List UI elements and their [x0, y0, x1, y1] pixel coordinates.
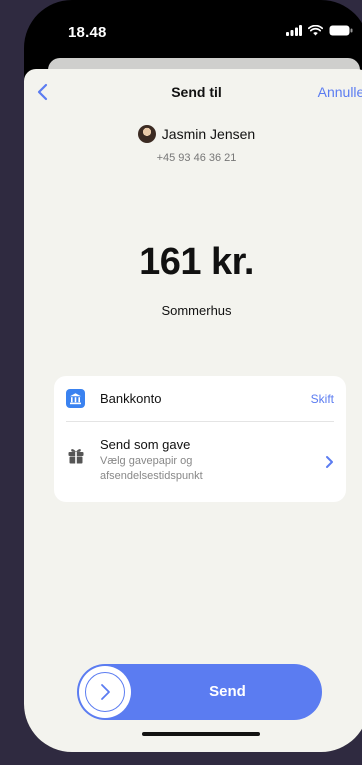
status-bar: 18.48	[24, 0, 362, 60]
recipient-name: Jasmin Jensen	[161, 126, 256, 142]
amount: 161 kr.	[139, 241, 254, 283]
gift-icon	[68, 449, 84, 464]
phone-frame: 18.48 Send til Annuller	[24, 0, 362, 752]
gift-description: Vælg gavepapir og afsendelsestidspunkt	[100, 455, 203, 482]
recipient-phone: +45 93 46 36 21	[156, 152, 237, 164]
knob-ring	[85, 672, 125, 712]
battery-icon	[329, 25, 353, 36]
status-time: 18.48	[68, 24, 107, 41]
change-account-button[interactable]: Skift	[311, 392, 334, 406]
slider-knob[interactable]	[79, 666, 131, 718]
payment-message: Sommerhus	[161, 303, 232, 318]
page-title: Send til	[171, 84, 222, 100]
recipient-info: Jasmin Jensen +45 93 46 36 21	[24, 125, 362, 164]
chevron-right-icon	[101, 684, 110, 700]
send-sheet: Send til Annuller Jasmin Jensen +45 93 4…	[24, 69, 362, 752]
wifi-icon	[308, 25, 323, 36]
chevron-right-icon	[326, 456, 333, 468]
bank-icon	[66, 389, 85, 408]
bank-account-label: Bankkonto	[100, 391, 162, 406]
status-icons	[286, 25, 353, 36]
send-label: Send	[209, 683, 246, 700]
cancel-button[interactable]: Annuller	[318, 84, 362, 100]
home-indicator	[142, 732, 260, 736]
signal-icon	[286, 25, 302, 36]
options-card: Bankkonto Skift Send som gave Vælg gavep…	[54, 376, 346, 502]
send-slider[interactable]: Send	[77, 664, 322, 720]
gift-title: Send som gave	[100, 437, 191, 452]
avatar	[137, 125, 156, 143]
bank-account-row[interactable]: Bankkonto Skift	[54, 376, 346, 421]
recipient-name-row: Jasmin Jensen	[137, 125, 256, 143]
send-as-gift-row[interactable]: Send som gave Vælg gavepapir og afsendel…	[54, 422, 346, 500]
